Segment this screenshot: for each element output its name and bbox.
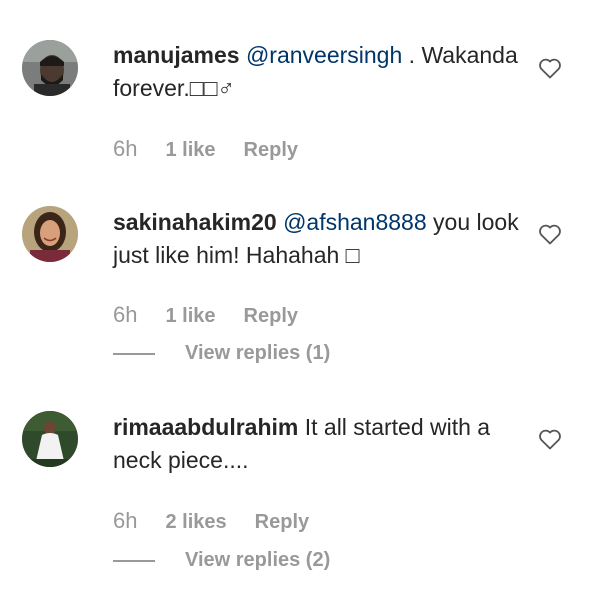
heart-outline-icon (539, 224, 561, 245)
reply-button[interactable]: Reply (244, 305, 298, 328)
comment-text: sakinahakim20 @afshan8888 you look just … (113, 206, 523, 272)
view-replies-button[interactable]: View replies (1) (113, 342, 330, 365)
avatar[interactable] (22, 40, 78, 96)
divider-line (113, 352, 155, 355)
reply-button[interactable]: Reply (244, 139, 298, 162)
comment-likes[interactable]: 1 like (165, 139, 215, 162)
comment-time: 6h (113, 136, 138, 161)
reply-button[interactable]: Reply (255, 511, 309, 534)
view-replies-button[interactable]: View replies (2) (113, 549, 330, 572)
comment-meta: 6h 2 likes Reply (113, 508, 309, 534)
heart-outline-icon (539, 429, 561, 450)
comment-time: 6h (113, 508, 138, 533)
like-button[interactable] (538, 428, 562, 450)
heart-outline-icon (539, 58, 561, 79)
comment-mention[interactable]: @afshan8888 (283, 209, 427, 235)
view-replies-label: View replies (2) (185, 549, 331, 571)
avatar[interactable] (22, 206, 78, 262)
comment-likes[interactable]: 2 likes (165, 511, 226, 534)
like-button[interactable] (538, 223, 562, 245)
comment-text: rimaaabdulrahim It all started with a ne… (113, 411, 523, 477)
woman-white-dress-avatar (22, 411, 78, 467)
divider-line (113, 559, 155, 562)
comment-mention[interactable]: @ranveersingh (246, 42, 402, 68)
avatar[interactable] (22, 411, 78, 467)
comment-username[interactable]: rimaaabdulrahim (113, 414, 298, 440)
comment-likes[interactable]: 1 like (165, 305, 215, 328)
comment-username[interactable]: sakinahakim20 (113, 209, 277, 235)
woman-smiling-avatar (22, 206, 78, 262)
man-with-beard-avatar (22, 40, 78, 96)
like-button[interactable] (538, 57, 562, 79)
view-replies-label: View replies (1) (185, 342, 331, 364)
comment-meta: 6h 1 like Reply (113, 302, 298, 328)
comment-username[interactable]: manujames (113, 42, 240, 68)
comment-text: manujames @ranveersingh . Wakanda foreve… (113, 39, 523, 105)
comment-time: 6h (113, 302, 138, 327)
comment-meta: 6h 1 like Reply (113, 136, 298, 162)
